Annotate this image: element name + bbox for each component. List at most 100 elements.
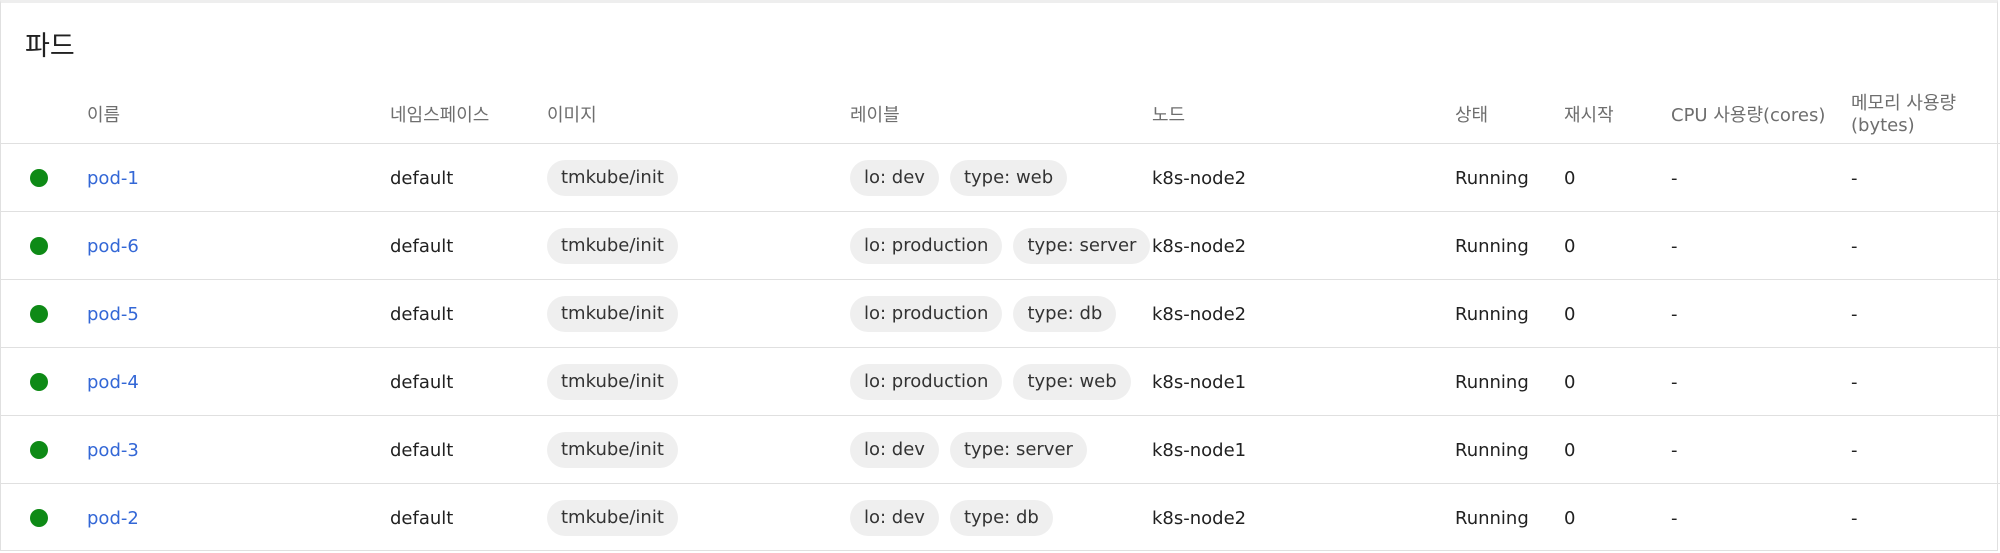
- pod-name-link[interactable]: pod-4: [87, 372, 139, 393]
- table-row[interactable]: pod-5 default tmkube/init lo: production…: [1, 280, 2000, 348]
- image-cell: tmkube/init: [547, 484, 689, 552]
- cpu-cell: -: [1671, 439, 1678, 461]
- label-chip: lo: dev: [850, 432, 939, 468]
- node-cell: k8s-node2: [1152, 303, 1247, 325]
- labels-cell: lo: production type: db: [850, 280, 1127, 348]
- column-header-memory-line1: 메모리 사용량: [1851, 93, 1957, 114]
- namespace-cell: default: [390, 167, 454, 189]
- node-cell: k8s-node2: [1152, 167, 1247, 189]
- label-chip: type: web: [949, 160, 1068, 196]
- column-header-memory[interactable]: 메모리 사용량 (bytes): [1851, 93, 1956, 137]
- image-cell: tmkube/init: [547, 212, 689, 280]
- pod-name-cell: pod-3: [87, 416, 139, 484]
- column-header-image[interactable]: 이미지: [547, 105, 597, 127]
- node-cell: k8s-node1: [1152, 371, 1247, 393]
- table-header: 이름 네임스페이스 이미지 레이블 노드 상태 재시작 CPU 사용량(core…: [1, 91, 2000, 144]
- image-cell: tmkube/init: [547, 144, 689, 212]
- pod-name-link[interactable]: pod-3: [87, 440, 139, 461]
- green-circle-icon: [30, 441, 48, 459]
- memory-cell: -: [1851, 439, 1858, 461]
- memory-cell: -: [1851, 167, 1858, 189]
- namespace-cell: default: [390, 235, 454, 257]
- status-text-cell: Running: [1455, 235, 1529, 257]
- image-chip: tmkube/init: [547, 500, 678, 536]
- status-cell: [30, 144, 48, 212]
- label-chip: type: db: [1013, 296, 1117, 332]
- restarts-cell: 0: [1564, 167, 1576, 189]
- cpu-cell: -: [1671, 507, 1678, 529]
- status-cell: [30, 348, 48, 416]
- label-chip: type: server: [949, 432, 1087, 468]
- label-chip: lo: production: [850, 364, 1003, 400]
- memory-cell: -: [1851, 235, 1858, 257]
- restarts-cell: 0: [1564, 303, 1576, 325]
- label-chip: type: db: [949, 500, 1053, 536]
- status-text-cell: Running: [1455, 439, 1529, 461]
- status-text-cell: Running: [1455, 371, 1529, 393]
- memory-cell: -: [1851, 371, 1858, 393]
- pod-name-link[interactable]: pod-6: [87, 236, 139, 257]
- node-cell: k8s-node1: [1152, 439, 1247, 461]
- column-header-node[interactable]: 노드: [1152, 105, 1185, 127]
- column-header-cpu[interactable]: CPU 사용량(cores): [1671, 105, 1825, 127]
- namespace-cell: default: [390, 439, 454, 461]
- table-row[interactable]: pod-1 default tmkube/init lo: dev type: …: [1, 144, 2000, 212]
- restarts-cell: 0: [1564, 371, 1576, 393]
- status-text-cell: Running: [1455, 507, 1529, 529]
- column-header-restarts[interactable]: 재시작: [1564, 105, 1614, 127]
- cpu-cell: -: [1671, 167, 1678, 189]
- green-circle-icon: [30, 169, 48, 187]
- label-chip: lo: dev: [850, 160, 939, 196]
- labels-cell: lo: production type: server: [850, 212, 1161, 280]
- status-cell: [30, 280, 48, 348]
- label-chip: lo: dev: [850, 500, 939, 536]
- pods-card: 파드 이름 네임스페이스 이미지 레이블 노드 상태 재시작 CPU 사용량(c…: [0, 0, 2000, 552]
- pod-name-link[interactable]: pod-5: [87, 304, 139, 325]
- pod-name-cell: pod-1: [87, 144, 139, 212]
- column-header-namespace[interactable]: 네임스페이스: [390, 105, 489, 127]
- image-chip: tmkube/init: [547, 228, 678, 264]
- status-cell: [30, 484, 48, 552]
- pod-name-link[interactable]: pod-1: [87, 168, 139, 189]
- label-chip: type: server: [1013, 228, 1151, 264]
- image-cell: tmkube/init: [547, 280, 689, 348]
- green-circle-icon: [30, 305, 48, 323]
- column-header-status[interactable]: 상태: [1455, 105, 1488, 127]
- pod-name-cell: pod-5: [87, 280, 139, 348]
- image-cell: tmkube/init: [547, 348, 689, 416]
- memory-cell: -: [1851, 507, 1858, 529]
- labels-cell: lo: dev type: db: [850, 484, 1064, 552]
- restarts-cell: 0: [1564, 507, 1576, 529]
- pod-name-cell: pod-6: [87, 212, 139, 280]
- status-cell: [30, 212, 48, 280]
- pod-name-cell: pod-4: [87, 348, 139, 416]
- namespace-cell: default: [390, 303, 454, 325]
- labels-cell: lo: dev type: server: [850, 416, 1098, 484]
- image-chip: tmkube/init: [547, 364, 678, 400]
- pod-name-cell: pod-2: [87, 484, 139, 552]
- column-header-name[interactable]: 이름: [87, 105, 120, 127]
- labels-cell: lo: dev type: web: [850, 144, 1078, 212]
- table-row[interactable]: pod-6 default tmkube/init lo: production…: [1, 212, 2000, 280]
- green-circle-icon: [30, 237, 48, 255]
- table-row[interactable]: pod-4 default tmkube/init lo: production…: [1, 348, 2000, 416]
- label-chip: lo: production: [850, 296, 1003, 332]
- column-header-memory-line2: (bytes): [1851, 115, 1915, 136]
- cpu-cell: -: [1671, 371, 1678, 393]
- column-header-labels[interactable]: 레이블: [850, 105, 900, 127]
- label-chip: lo: production: [850, 228, 1003, 264]
- cpu-cell: -: [1671, 235, 1678, 257]
- green-circle-icon: [30, 509, 48, 527]
- pod-name-link[interactable]: pod-2: [87, 508, 139, 529]
- table-row[interactable]: pod-3 default tmkube/init lo: dev type: …: [1, 416, 2000, 484]
- image-chip: tmkube/init: [547, 432, 678, 468]
- restarts-cell: 0: [1564, 439, 1576, 461]
- table-row[interactable]: pod-2 default tmkube/init lo: dev type: …: [1, 484, 2000, 552]
- node-cell: k8s-node2: [1152, 507, 1247, 529]
- status-text-cell: Running: [1455, 303, 1529, 325]
- green-circle-icon: [30, 373, 48, 391]
- labels-cell: lo: production type: web: [850, 348, 1142, 416]
- status-cell: [30, 416, 48, 484]
- image-chip: tmkube/init: [547, 296, 678, 332]
- status-text-cell: Running: [1455, 167, 1529, 189]
